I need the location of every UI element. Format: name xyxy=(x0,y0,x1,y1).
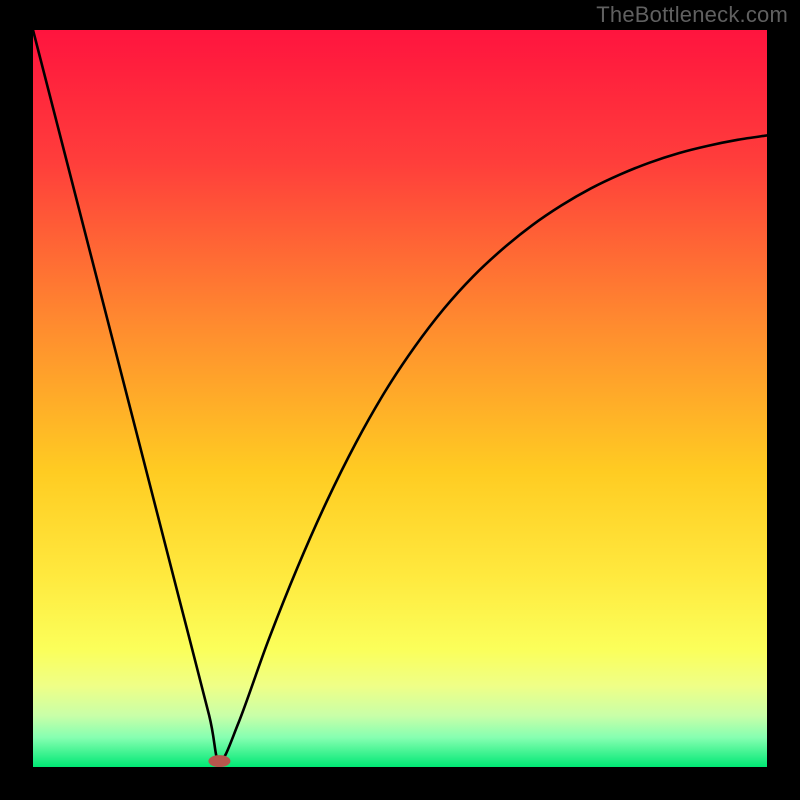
minimum-marker xyxy=(208,755,230,767)
gradient-background xyxy=(33,30,767,767)
watermark-text: TheBottleneck.com xyxy=(596,2,788,28)
bottleneck-chart xyxy=(33,30,767,767)
chart-frame: TheBottleneck.com xyxy=(0,0,800,800)
plot-area xyxy=(33,30,767,767)
